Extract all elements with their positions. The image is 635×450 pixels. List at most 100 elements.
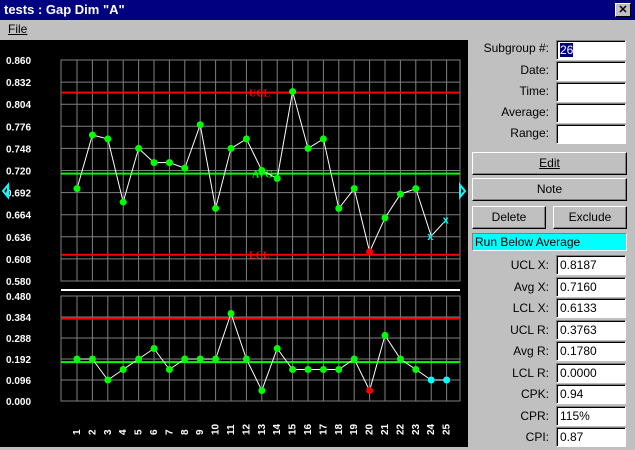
y-tick-label: 0.804: [6, 100, 31, 111]
data-point: [319, 366, 327, 373]
window-title: tests : Gap Dim "A": [4, 2, 125, 17]
y-tick-label: 0.192: [6, 355, 31, 366]
stat-label: UCL R:: [510, 322, 549, 337]
x-tick-label: 23: [411, 423, 422, 435]
date-label: Date:: [520, 63, 549, 77]
data-point: [319, 135, 327, 143]
data-point: [335, 366, 343, 373]
data-point: [396, 355, 404, 363]
data-point: [242, 135, 250, 143]
data-point: [119, 366, 127, 373]
data-point: [212, 204, 220, 212]
stat-label: UCL X:: [510, 258, 549, 272]
chart-axes: 1 2 3 4 5 6 7 8 9 10 11 12 13 14 15 16 17 18 19 20 21 22 23 24 2…: [1, 182, 467, 435]
x-tick-label: 8: [180, 429, 191, 435]
x-tick-label: 24: [426, 423, 437, 435]
x-tick-label: 2: [87, 429, 98, 435]
data-point: [135, 355, 143, 363]
y-tick-label: 0.636: [6, 233, 31, 244]
data-point: [350, 185, 358, 193]
data-point: [165, 366, 173, 373]
data-point: [289, 366, 297, 373]
x-tick-label: 25: [442, 423, 453, 435]
y-tick-label: 0.776: [6, 122, 31, 133]
x-tick-label: 12: [241, 423, 252, 435]
x-tick-label: 5: [134, 429, 145, 435]
edit-button[interactable]: Edit: [472, 152, 627, 175]
title-bar: tests : Gap Dim "A" ✕: [0, 0, 635, 20]
xbar-chart: 0.860 0.832 0.804 0.776 0.748 0.720 0.692 0.664…: [6, 56, 461, 288]
stat-label: Avg X:: [513, 279, 549, 294]
stat-label: CPR:: [520, 408, 549, 423]
x-tick-label: 18: [334, 423, 345, 435]
data-point: [88, 131, 96, 139]
x-tick-label: 19: [349, 423, 360, 435]
menu-file[interactable]: File: [8, 22, 27, 36]
data-point: [150, 159, 158, 167]
exclude-button[interactable]: Exclude: [553, 206, 627, 229]
x-tick-label: 13: [257, 423, 268, 435]
data-point: [181, 164, 189, 172]
right-arrow-icon: [459, 182, 467, 200]
range-label: Range:: [510, 126, 549, 140]
data-point: [273, 345, 281, 352]
note-button[interactable]: Note: [472, 178, 627, 201]
y-tick-label: 0.832: [6, 78, 31, 89]
close-button[interactable]: ✕: [615, 3, 631, 17]
y-tick-label: 0.480: [6, 292, 31, 303]
data-point: [396, 190, 404, 198]
time-field[interactable]: [556, 82, 626, 102]
data-point: [135, 144, 143, 152]
y-tick-label: 0.288: [6, 334, 31, 345]
y-tick-label: 0.692: [6, 189, 31, 200]
data-point: [335, 204, 343, 212]
range-field[interactable]: [556, 124, 626, 144]
ucl-label: UCL: [249, 89, 270, 100]
y-tick-label: 0.608: [6, 255, 31, 266]
flagged-point-marker: x: [427, 231, 434, 243]
subgroup-value: 26: [560, 43, 574, 57]
data-point: [150, 345, 158, 352]
date-field[interactable]: [556, 61, 626, 81]
data-point: [273, 174, 281, 182]
subgroup-field[interactable]: 26: [556, 40, 626, 60]
data-point: [212, 355, 220, 363]
stat-value: 115%: [556, 405, 626, 426]
data-point: [227, 310, 235, 317]
average-field[interactable]: [556, 103, 626, 123]
data-point: [427, 376, 435, 384]
x-tick-label: 9: [195, 429, 206, 435]
stat-value: 0.94: [556, 384, 626, 404]
stat-label: CPK:: [520, 387, 549, 401]
data-point: [73, 185, 81, 193]
data-point: [304, 366, 312, 373]
y-tick-label: 0.096: [6, 376, 31, 387]
detail-panel: Subgroup #: 26 Date: Time: Average: Rang…: [468, 38, 635, 447]
data-point: [119, 198, 127, 206]
data-point: [366, 248, 374, 256]
menu-file-label: File: [8, 22, 28, 36]
y-tick-label: 0.664: [6, 211, 31, 222]
data-point: [104, 376, 112, 384]
menu-bar: File: [0, 20, 635, 39]
data-point: [196, 121, 204, 129]
stat-value: 0.6133: [556, 298, 626, 318]
data-point: [227, 144, 235, 152]
y-tick-label: 0.748: [6, 144, 31, 155]
range-chart: 0.480 0.384 0.288 0.192 0.096 0.000: [6, 292, 461, 408]
stat-label: LCL R:: [512, 365, 549, 380]
delete-button[interactable]: Delete: [472, 206, 546, 229]
x-tick-label: 21: [380, 423, 391, 435]
average-label: Average:: [501, 105, 549, 119]
data-point: [381, 331, 389, 339]
subgroup-label: Subgroup #:: [483, 41, 549, 55]
data-point: [304, 144, 312, 152]
data-point: [381, 214, 389, 222]
y-tick-label: 0.000: [6, 397, 31, 408]
data-point: [443, 376, 451, 384]
x-tick-label: 20: [365, 423, 376, 435]
lcl-label: LCL: [249, 251, 270, 262]
stat-value: 0.1780: [556, 341, 626, 361]
x-tick-label: 17: [318, 423, 329, 435]
x-tick-label: 11: [226, 424, 237, 435]
